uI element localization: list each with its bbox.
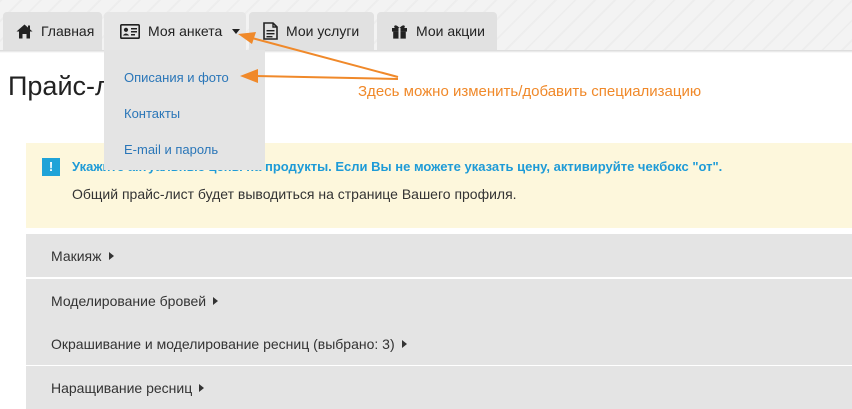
category-label: Макияж [51, 247, 102, 264]
tab-my-profile[interactable]: Моя анкета [104, 12, 246, 50]
category-lash-tinting[interactable]: Окрашивание и моделирование ресниц (выбр… [26, 322, 852, 365]
annotation-arrow-line-dropdown [255, 75, 399, 80]
tab-my-promotions-label: Мои акции [416, 23, 485, 39]
chevron-right-icon [401, 339, 407, 348]
gift-icon [391, 23, 408, 39]
home-icon [16, 24, 33, 39]
notice-text: Общий прайс-лист будет выводиться на стр… [72, 186, 517, 202]
page-title: Прайс-лист [8, 71, 108, 101]
category-label: Наращивание ресниц [51, 379, 193, 396]
tab-my-services[interactable]: Мои услуги [249, 12, 374, 50]
tab-home[interactable]: Главная [3, 12, 102, 50]
category-label: Моделирование бровей [51, 292, 207, 309]
category-brow-shaping[interactable]: Моделирование бровей [26, 279, 852, 322]
chevron-right-icon [213, 296, 219, 305]
annotation-text: Здесь можно изменить/добавить специализа… [358, 83, 702, 100]
category-label: Окрашивание и моделирование ресниц (выбр… [51, 335, 395, 352]
menu-item-email-password[interactable]: E-mail и пароль [124, 142, 218, 157]
tab-my-profile-label: Моя анкета [148, 23, 223, 39]
tab-home-label: Главная [41, 23, 95, 39]
tab-my-services-label: Мои услуги [286, 23, 360, 39]
category-makeup[interactable]: Макияж [26, 234, 852, 277]
menu-item-contacts[interactable]: Контакты [124, 106, 180, 121]
chevron-right-icon [199, 383, 205, 392]
chevron-right-icon [108, 251, 114, 260]
id-card-icon [120, 23, 140, 39]
menu-item-descriptions-photos[interactable]: Описания и фото [124, 70, 229, 85]
chevron-down-icon [232, 28, 241, 34]
profile-dropdown-menu: Описания и фото Контакты E-mail и пароль [104, 50, 265, 170]
tab-my-promotions[interactable]: Мои акции [377, 12, 497, 50]
document-icon [263, 22, 278, 40]
info-icon: ! [42, 158, 60, 176]
category-lash-extension[interactable]: Наращивание ресниц [26, 366, 852, 409]
